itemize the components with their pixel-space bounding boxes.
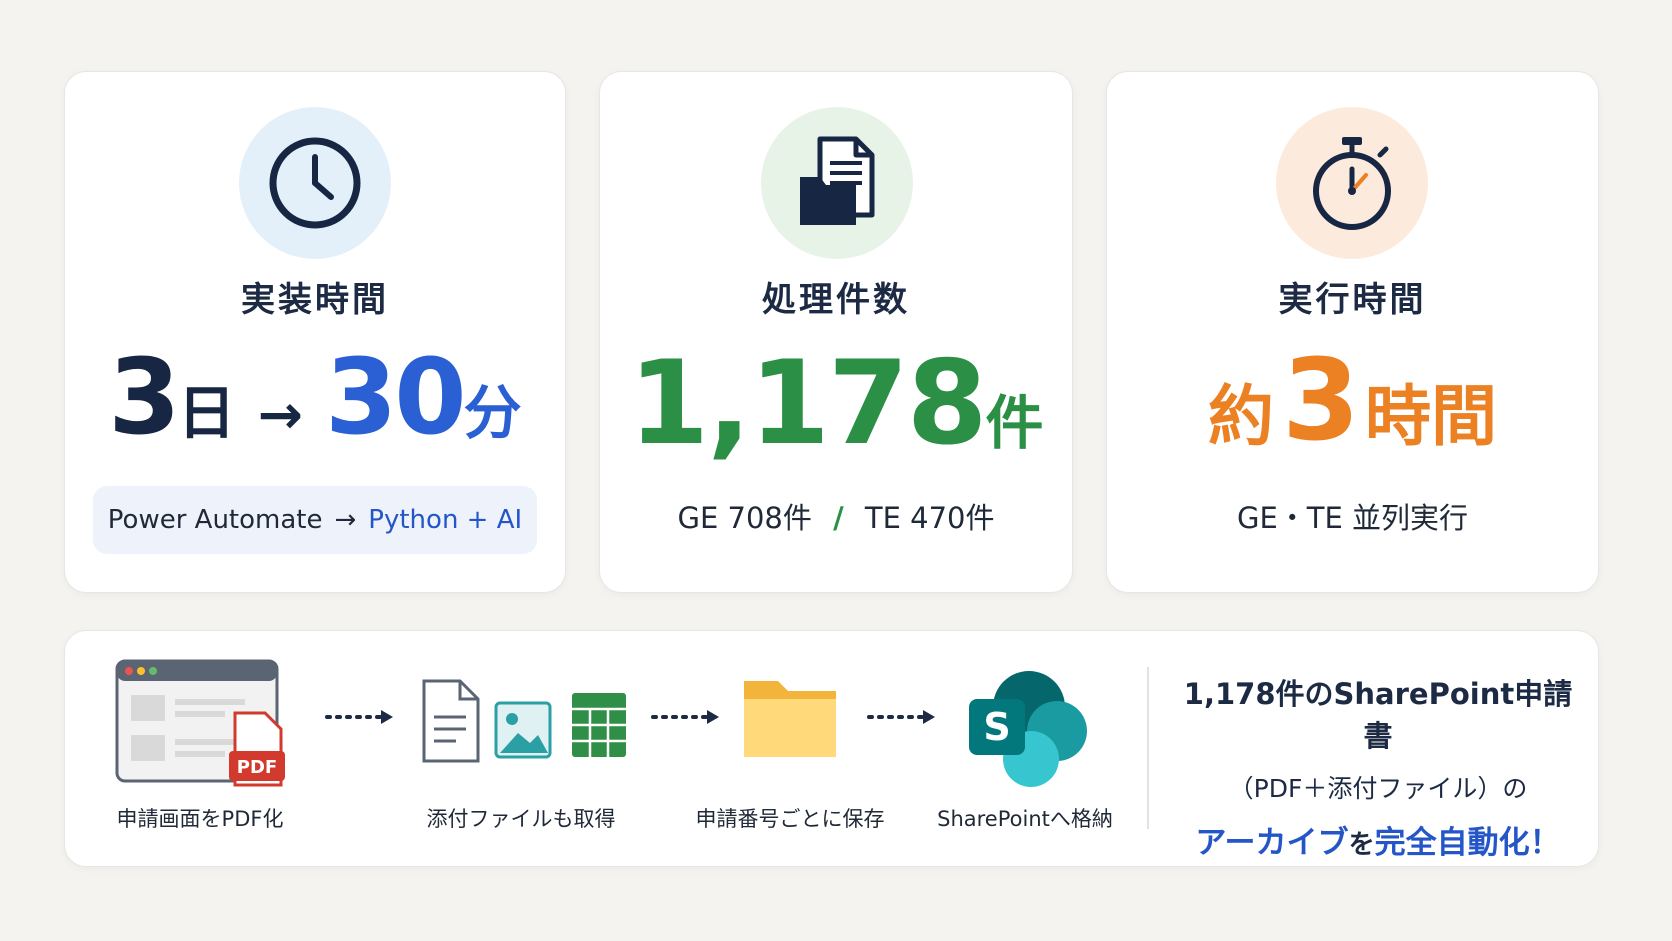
approx-prefix: 約 (1208, 378, 1275, 455)
te-count: TE 470件 (864, 501, 995, 535)
card-title: 実行時間 (1278, 280, 1427, 320)
after-unit: 分 (463, 379, 522, 447)
summary-particle: を (1348, 830, 1375, 860)
before-value: 3 (108, 336, 180, 458)
ge-count: GE 708件 (677, 501, 812, 535)
tool-migration-badge: Power Automate → Python + AI (93, 486, 537, 554)
sharepoint-icon: S (965, 669, 1090, 793)
processed-count-card: 処理件数 1,178 件 GE 708件 / TE 470件 (599, 71, 1073, 593)
clock-icon (239, 107, 391, 259)
flow-step-label: 申請画面をPDF化 (116, 807, 284, 831)
stopwatch-icon (1276, 107, 1428, 259)
card-title: 実装時間 (241, 280, 389, 320)
pdf-badge: PDF (237, 757, 277, 778)
flow-step-label: SharePointへ格納 (937, 807, 1113, 831)
count-value: 1,178 (628, 336, 988, 471)
summary-archive: アーカイブ (1195, 825, 1349, 861)
dotted-arrow-icon (651, 710, 719, 724)
browser-pdf-icon: PDF (115, 659, 290, 793)
implementation-time-card: 実装時間 3 日 → 30 分 Power Automate → Python … (64, 71, 566, 593)
workflow-card: PDF 申請画面をPDF化 添付ファイルも取得 申請番号ごとに保存 S Shar… (64, 630, 1599, 867)
summary: 1,178件のSharePoint申請書 （PDF＋添付ファイル）の アーカイブ… (1173, 671, 1583, 862)
summary-line-1: 1,178件のSharePoint申請書 (1183, 677, 1573, 753)
flow-step-label: 申請番号ごとに保存 (695, 807, 885, 831)
execution-time-card: 実行時間 約 3 時間 GE・TE 並列実行 (1106, 71, 1599, 593)
dotted-arrow-icon (325, 710, 393, 724)
processed-count: 1,178 件 (600, 336, 1072, 471)
count-breakdown: GE 708件 / TE 470件 (600, 495, 1072, 537)
divider (1147, 667, 1149, 829)
old-tool: Power Automate (107, 505, 323, 535)
new-tool: Python + AI (368, 505, 523, 535)
summary-automation: 完全自動化！ (1374, 825, 1561, 861)
sharepoint-badge: S (983, 705, 1010, 749)
dotted-arrow-icon (867, 710, 935, 724)
execution-time: 約 3 時間 (1107, 336, 1598, 466)
arrow-icon: → (334, 505, 357, 535)
separator: / (833, 501, 844, 535)
summary-line-3: アーカイブを完全自動化！ (1173, 817, 1583, 862)
card-title: 処理件数 (762, 280, 910, 320)
time-value: 3 (1282, 336, 1360, 466)
arrow-icon: → (257, 383, 303, 446)
time-comparison: 3 日 → 30 分 (65, 336, 565, 458)
document-folder-icon (761, 107, 913, 259)
document-image-spreadsheet-icon (420, 677, 635, 771)
time-unit: 時間 (1364, 378, 1497, 455)
folder-icon (740, 671, 840, 765)
count-unit: 件 (985, 389, 1044, 457)
flow-step-label: 添付ファイルも取得 (426, 807, 616, 831)
summary-line-2: （PDF＋添付ファイル）の (1228, 774, 1528, 803)
after-value: 30 (324, 336, 467, 458)
before-unit: 日 (177, 379, 236, 447)
parallel-note: GE・TE 並列実行 (1236, 501, 1469, 535)
